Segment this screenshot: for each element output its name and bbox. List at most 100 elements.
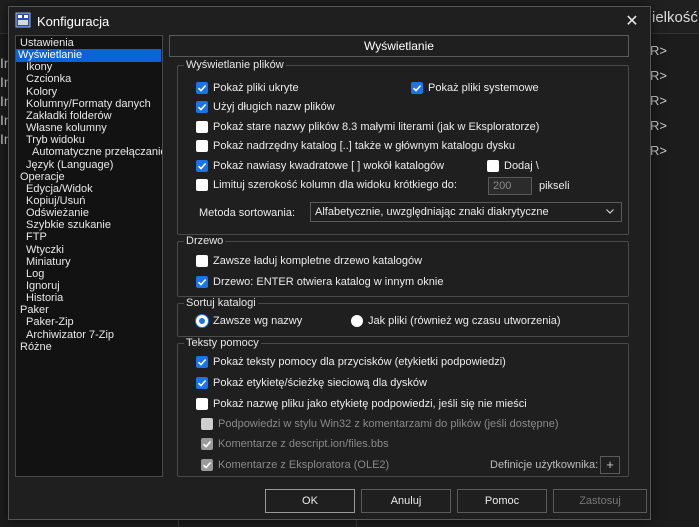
title-bar[interactable]: Konfiguracja ✕ [9,7,650,35]
radio-selected-icon [196,315,208,327]
config-dialog: Konfiguracja ✕ Ustawienia Wyświetlanie Iko… [8,6,651,520]
checkbox-unchecked-icon [196,398,208,410]
checkbox-checked-icon [411,82,423,94]
button-tips-checkbox[interactable]: Pokaż teksty pomocy dla przycisków (etyk… [196,354,506,370]
cancel-button[interactable]: Anuluj [361,489,451,513]
sort-like-files-radio[interactable]: Jak pliki (również wg czasu utworzenia) [351,313,561,329]
tree-item[interactable]: Ikony [24,61,54,74]
tree-item[interactable]: Odświeżanie [24,207,91,220]
tree-item[interactable]: Szybkie szukanie [24,219,113,232]
checkbox-label: Użyj długich nazw plików [213,101,335,113]
add-user-definition-button[interactable]: + [600,456,620,474]
tree-item[interactable]: Ustawienia [18,37,76,50]
checkbox-disabled-checked-icon [201,438,213,450]
group-title: Teksty pomocy [184,337,261,350]
checkbox-label: Pokaż nawiasy kwadratowe [ ] wokół katal… [213,160,445,172]
tree-item[interactable]: Paker [18,304,51,317]
ok-button[interactable]: OK [265,489,355,513]
long-names-checkbox[interactable]: Użyj długich nazw plików [196,99,335,115]
checkbox-label: Pokaż nadrzędny katalog [..] także w głó… [213,140,516,152]
add-backslash-checkbox[interactable]: Dodaj \ [487,158,539,174]
close-icon[interactable]: ✕ [622,11,642,31]
window-title: Konfiguracja [37,14,110,29]
checkbox-disabled-checked-icon [201,459,213,471]
brackets-checkbox[interactable]: Pokaż nawiasy kwadratowe [ ] wokół katal… [196,158,444,174]
apply-button[interactable]: Zastosuj [553,489,647,513]
tree-item[interactable]: Wtyczki [24,244,66,257]
checkbox-checked-icon [196,160,208,172]
tree-item[interactable]: Kopiuj/Usuń [24,195,87,208]
parent-dir-checkbox[interactable]: Pokaż nadrzędny katalog [..] także w głó… [196,138,515,154]
tree-item[interactable]: Różne [18,341,54,354]
radio-unselected-icon [351,315,363,327]
chevron-down-icon [606,209,614,214]
background-right-text: R> [650,93,667,108]
checkbox-disabled-icon [201,418,213,430]
tree-item[interactable]: Operacje [18,171,67,184]
sort-method-label: Metoda sortowania: [199,207,295,219]
filename-tip-checkbox[interactable]: Pokaż nazwę pliku jako etykietę podpowie… [196,396,527,412]
tree-item[interactable]: Edycja/Widok [24,183,95,196]
limit-width-input[interactable]: 200 [488,177,532,195]
sort-method-value: Alfabetycznie, uwzględniając znaki diakr… [315,206,549,218]
group-title: Wyświetlanie plików [184,59,286,72]
tree-item[interactable]: Tryb widoku [24,134,87,147]
tree-item[interactable]: Zakładki folderów [24,110,114,123]
old-83-names-checkbox[interactable]: Pokaż stare nazwy plików 8.3 małymi lite… [196,119,539,135]
tree-item[interactable]: Miniatury [24,256,73,269]
checkbox-unchecked-icon [196,121,208,133]
limit-unit-label: pikseli [539,180,570,192]
checkbox-label: Komentarze z descript.ion/files.bbs [218,438,389,450]
radio-label: Zawsze wg nazwy [213,315,303,327]
checkbox-label: Pokaż pliki systemowe [428,82,539,94]
checkbox-label: Pokaż pliki ukryte [213,82,299,94]
tree-item[interactable]: Historia [24,292,65,305]
tree-item[interactable]: FTP [24,231,49,244]
tree-item[interactable]: Kolory [24,86,59,99]
tree-item[interactable]: Język (Language) [24,159,115,172]
tree-item[interactable]: Archiwizator 7-Zip [24,329,116,342]
sort-method-dropdown[interactable]: Alfabetycznie, uwzględniając znaki diakr… [310,202,622,222]
app-icon [15,12,31,28]
explorer-comments-checkbox: Komentarze z Eksploratora (OLE2) [201,457,389,473]
checkbox-label: Pokaż teksty pomocy dla przycisków (etyk… [213,356,506,368]
show-system-checkbox[interactable]: Pokaż pliki systemowe [411,80,539,96]
tree-item[interactable]: Własne kolumny [24,122,109,135]
settings-tree[interactable]: Ustawienia Wyświetlanie Ikony Czcionka Kolor… [15,35,163,477]
checkbox-checked-icon [196,377,208,389]
tree-item[interactable]: Paker-Zip [24,316,76,329]
show-hidden-checkbox[interactable]: Pokaż pliki ukryte [196,80,299,96]
tree-item[interactable]: Wyświetlanie [16,49,161,63]
background-right-column: R> R> R> R> R> [650,38,699,163]
tree-item[interactable]: Log [24,268,46,281]
background-column-header: ielkość [652,9,698,26]
enter-opens-checkbox[interactable]: Drzewo: ENTER otwiera katalog w innym ok… [196,274,443,290]
checkbox-checked-icon [196,276,208,288]
checkbox-unchecked-icon [196,179,208,191]
user-definitions-label: Definicje użytkownika: [490,459,599,471]
limit-width-checkbox[interactable]: Limituj szerokość kolumn dla widoku krót… [196,177,457,193]
checkbox-label: Pokaż etykietę/ścieżkę sieciową dla dysk… [213,377,427,389]
checkbox-unchecked-icon [196,140,208,152]
tree-item[interactable]: Kolumny/Formaty danych [24,98,153,111]
checkbox-label: Pokaż nazwę pliku jako etykietę podpowie… [213,398,527,410]
background-right-text: R> [650,143,667,158]
group-title: Drzewo [184,235,226,248]
always-load-tree-checkbox[interactable]: Zawsze ładuj kompletne drzewo katalogów [196,253,422,269]
checkbox-label: Drzewo: ENTER otwiera katalog w innym ok… [213,276,444,288]
tree-item[interactable]: Ignoruj [24,280,62,293]
help-button[interactable]: Pomoc [457,489,547,513]
tree-item[interactable]: Czcionka [24,73,73,86]
sort-by-name-radio[interactable]: Zawsze wg nazwy [196,313,302,329]
checkbox-label: Dodaj \ [504,160,539,172]
checkbox-unchecked-icon [487,160,499,172]
background-right-text: R> [650,118,667,133]
panel-title: Wyświetlanie [169,35,629,57]
checkbox-checked-icon [196,356,208,368]
descript-checkbox: Komentarze z descript.ion/files.bbs [201,436,389,452]
tree-item[interactable]: Automatyczne przełączanie [30,146,162,159]
checkbox-label: Komentarze z Eksploratora (OLE2) [218,459,390,471]
drive-label-checkbox[interactable]: Pokaż etykietę/ścieżkę sieciową dla dysk… [196,375,427,391]
checkbox-label: Podpowiedzi w stylu Win32 z komentarzami… [218,418,559,430]
checkbox-label: Zawsze ładuj kompletne drzewo katalogów [213,255,423,267]
